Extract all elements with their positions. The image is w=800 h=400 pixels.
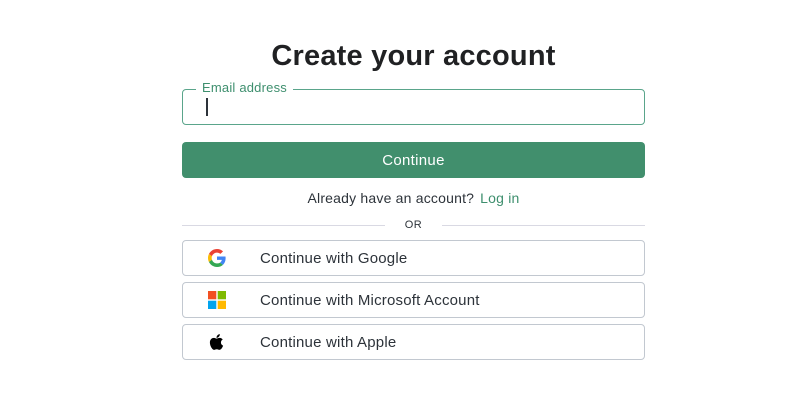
login-link[interactable]: Log in — [480, 190, 519, 206]
apple-icon — [208, 333, 236, 351]
microsoft-button-label: Continue with Microsoft Account — [260, 291, 480, 309]
apple-button-label: Continue with Apple — [260, 333, 397, 351]
signup-page: Create your account Email address Contin… — [0, 0, 800, 400]
social-login-list: Continue with Google Continue with Micro… — [182, 240, 645, 360]
divider-line-left — [182, 224, 385, 226]
google-button-label: Continue with Google — [260, 249, 408, 267]
continue-with-google-button[interactable]: Continue with Google — [182, 240, 645, 276]
email-field-wrapper: Email address — [182, 80, 645, 125]
google-icon — [208, 249, 236, 267]
continue-with-apple-button[interactable]: Continue with Apple — [182, 324, 645, 360]
continue-button[interactable]: Continue — [182, 142, 645, 178]
divider-line-right — [442, 224, 645, 226]
divider-text: OR — [404, 219, 423, 231]
login-prompt: Already have an account? Log in — [182, 188, 645, 208]
continue-with-microsoft-button[interactable]: Continue with Microsoft Account — [182, 282, 645, 318]
signup-card: Create your account Email address Contin… — [182, 36, 645, 360]
text-cursor — [206, 98, 208, 116]
or-divider: OR — [182, 216, 645, 234]
login-prompt-text: Already have an account? — [307, 190, 475, 206]
email-field-label: Email address — [196, 80, 293, 96]
microsoft-icon — [208, 291, 236, 309]
page-title: Create your account — [271, 40, 556, 72]
